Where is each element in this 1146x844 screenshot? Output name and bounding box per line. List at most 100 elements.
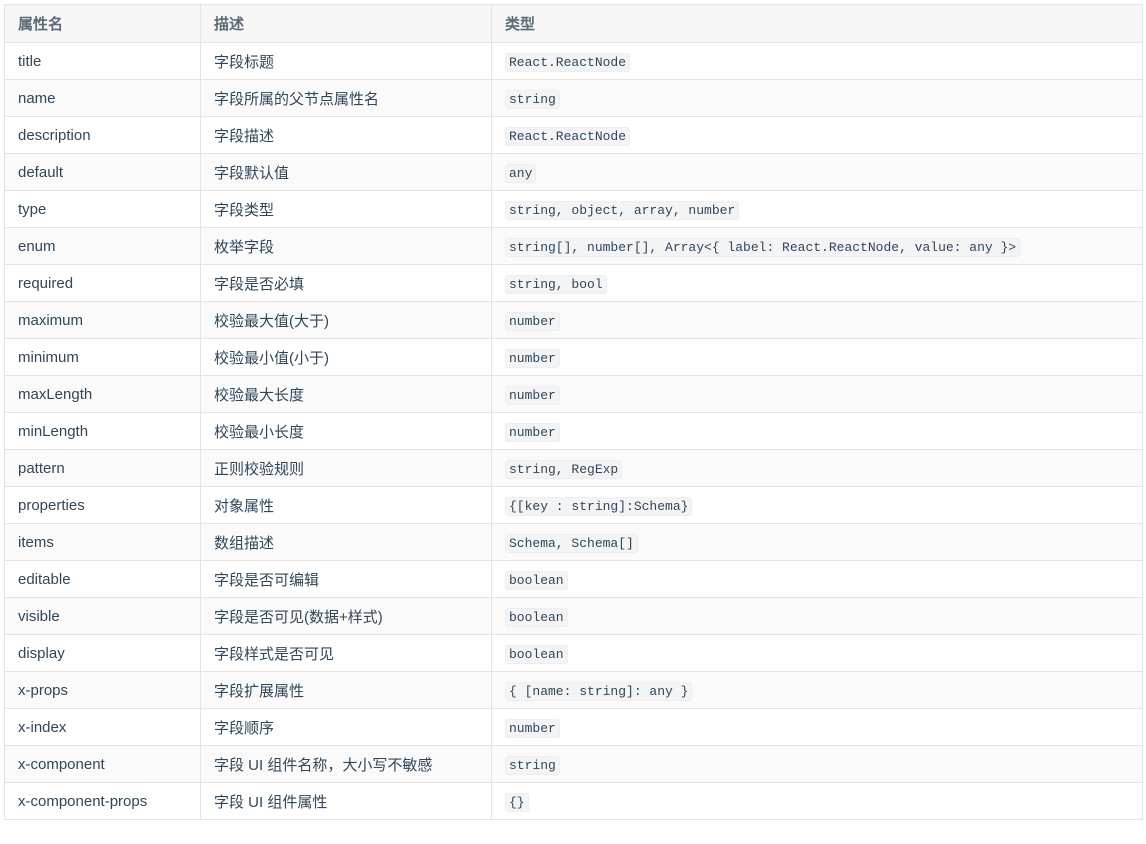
property-name-cell: display (4, 634, 201, 672)
description-cell: 字段顺序 (200, 708, 492, 746)
description-cell: 校验最小值(小于) (200, 338, 492, 376)
type-cell: any (491, 153, 1143, 191)
type-code: number (505, 385, 560, 405)
table-row: minimum 校验最小值(小于) number (4, 338, 1143, 376)
property-name-cell: x-component-props (4, 782, 201, 820)
type-code: React.ReactNode (505, 52, 631, 72)
schema-properties-table: 属性名 描述 类型 title 字段标题 React.ReactNode name 字段… (4, 4, 1143, 820)
table-row: display 字段样式是否可见 boolean (4, 634, 1143, 672)
type-code: number (505, 422, 560, 442)
table-row: items 数组描述 Schema, Schema[] (4, 523, 1143, 561)
type-cell: string (491, 79, 1143, 117)
table-row: minLength 校验最小长度 number (4, 412, 1143, 450)
type-code: string (505, 89, 560, 109)
type-code: {[key : string]:Schema} (505, 496, 693, 516)
table-row: x-props 字段扩展属性 { [name: string]: any } (4, 671, 1143, 709)
property-name-cell: name (4, 79, 201, 117)
type-cell: boolean (491, 634, 1143, 672)
property-name-cell: pattern (4, 449, 201, 487)
description-cell: 字段默认值 (200, 153, 492, 191)
type-code: boolean (505, 607, 568, 627)
table-row: x-component-props 字段 UI 组件属性 {} (4, 782, 1143, 820)
description-cell: 对象属性 (200, 486, 492, 524)
type-code: React.ReactNode (505, 126, 631, 146)
type-code: string, object, array, number (505, 200, 740, 220)
description-cell: 字段 UI 组件名称，大小写不敏感 (200, 745, 492, 783)
table-row: type 字段类型 string, object, array, number (4, 190, 1143, 228)
type-code: string, bool (505, 274, 607, 294)
type-cell: React.ReactNode (491, 42, 1143, 80)
type-cell: string[], number[], Array<{ label: React… (491, 227, 1143, 265)
type-code: { [name: string]: any } (505, 681, 693, 701)
description-cell: 字段描述 (200, 116, 492, 154)
type-code: boolean (505, 644, 568, 664)
type-code: boolean (505, 570, 568, 590)
header-property-name: 属性名 (4, 4, 201, 43)
type-cell: number (491, 301, 1143, 339)
type-code: number (505, 348, 560, 368)
table-row: title 字段标题 React.ReactNode (4, 42, 1143, 80)
property-name-cell: items (4, 523, 201, 561)
type-cell: { [name: string]: any } (491, 671, 1143, 709)
table-row: visible 字段是否可见(数据+样式) boolean (4, 597, 1143, 635)
table-row: x-index 字段顺序 number (4, 708, 1143, 746)
header-type: 类型 (491, 4, 1143, 43)
description-cell: 字段样式是否可见 (200, 634, 492, 672)
property-name-cell: default (4, 153, 201, 191)
type-cell: string, RegExp (491, 449, 1143, 487)
property-name-cell: maximum (4, 301, 201, 339)
table-row: maximum 校验最大值(大于) number (4, 301, 1143, 339)
type-cell: number (491, 338, 1143, 376)
table-row: editable 字段是否可编辑 boolean (4, 560, 1143, 598)
property-name-cell: x-component (4, 745, 201, 783)
table-row: enum 枚举字段 string[], number[], Array<{ labe… (4, 227, 1143, 265)
type-cell: string (491, 745, 1143, 783)
type-cell: string, bool (491, 264, 1143, 302)
table-header-row: 属性名 描述 类型 (4, 4, 1143, 43)
type-cell: React.ReactNode (491, 116, 1143, 154)
property-name-cell: maxLength (4, 375, 201, 413)
type-cell: Schema, Schema[] (491, 523, 1143, 561)
table-row: maxLength 校验最大长度 number (4, 375, 1143, 413)
property-name-cell: minimum (4, 338, 201, 376)
description-cell: 字段标题 (200, 42, 492, 80)
description-cell: 校验最大长度 (200, 375, 492, 413)
type-cell: {[key : string]:Schema} (491, 486, 1143, 524)
type-code: string, RegExp (505, 459, 623, 479)
description-cell: 字段 UI 组件属性 (200, 782, 492, 820)
description-cell: 枚举字段 (200, 227, 492, 265)
type-code: number (505, 311, 560, 331)
type-code: string[], number[], Array<{ label: React… (505, 237, 1021, 257)
description-cell: 校验最小长度 (200, 412, 492, 450)
description-cell: 字段是否可见(数据+样式) (200, 597, 492, 635)
property-name-cell: enum (4, 227, 201, 265)
type-code: any (505, 163, 537, 183)
type-code: string (505, 755, 560, 775)
table-row: default 字段默认值 any (4, 153, 1143, 191)
description-cell: 校验最大值(大于) (200, 301, 492, 339)
description-cell: 数组描述 (200, 523, 492, 561)
type-code: Schema, Schema[] (505, 533, 638, 553)
description-cell: 字段是否必填 (200, 264, 492, 302)
type-code: {} (505, 792, 529, 812)
property-name-cell: minLength (4, 412, 201, 450)
description-cell: 字段类型 (200, 190, 492, 228)
description-cell: 字段是否可编辑 (200, 560, 492, 598)
type-cell: boolean (491, 560, 1143, 598)
type-cell: string, object, array, number (491, 190, 1143, 228)
property-name-cell: x-index (4, 708, 201, 746)
property-name-cell: title (4, 42, 201, 80)
header-description: 描述 (200, 4, 492, 43)
description-cell: 字段扩展属性 (200, 671, 492, 709)
property-name-cell: description (4, 116, 201, 154)
property-name-cell: required (4, 264, 201, 302)
property-name-cell: editable (4, 560, 201, 598)
type-cell: number (491, 375, 1143, 413)
type-cell: number (491, 412, 1143, 450)
description-cell: 正则校验规则 (200, 449, 492, 487)
table-row: properties 对象属性 {[key : string]:Schema} (4, 486, 1143, 524)
table-row: required 字段是否必填 string, bool (4, 264, 1143, 302)
table-row: description 字段描述 React.ReactNode (4, 116, 1143, 154)
table-row: pattern 正则校验规则 string, RegExp (4, 449, 1143, 487)
property-name-cell: x-props (4, 671, 201, 709)
